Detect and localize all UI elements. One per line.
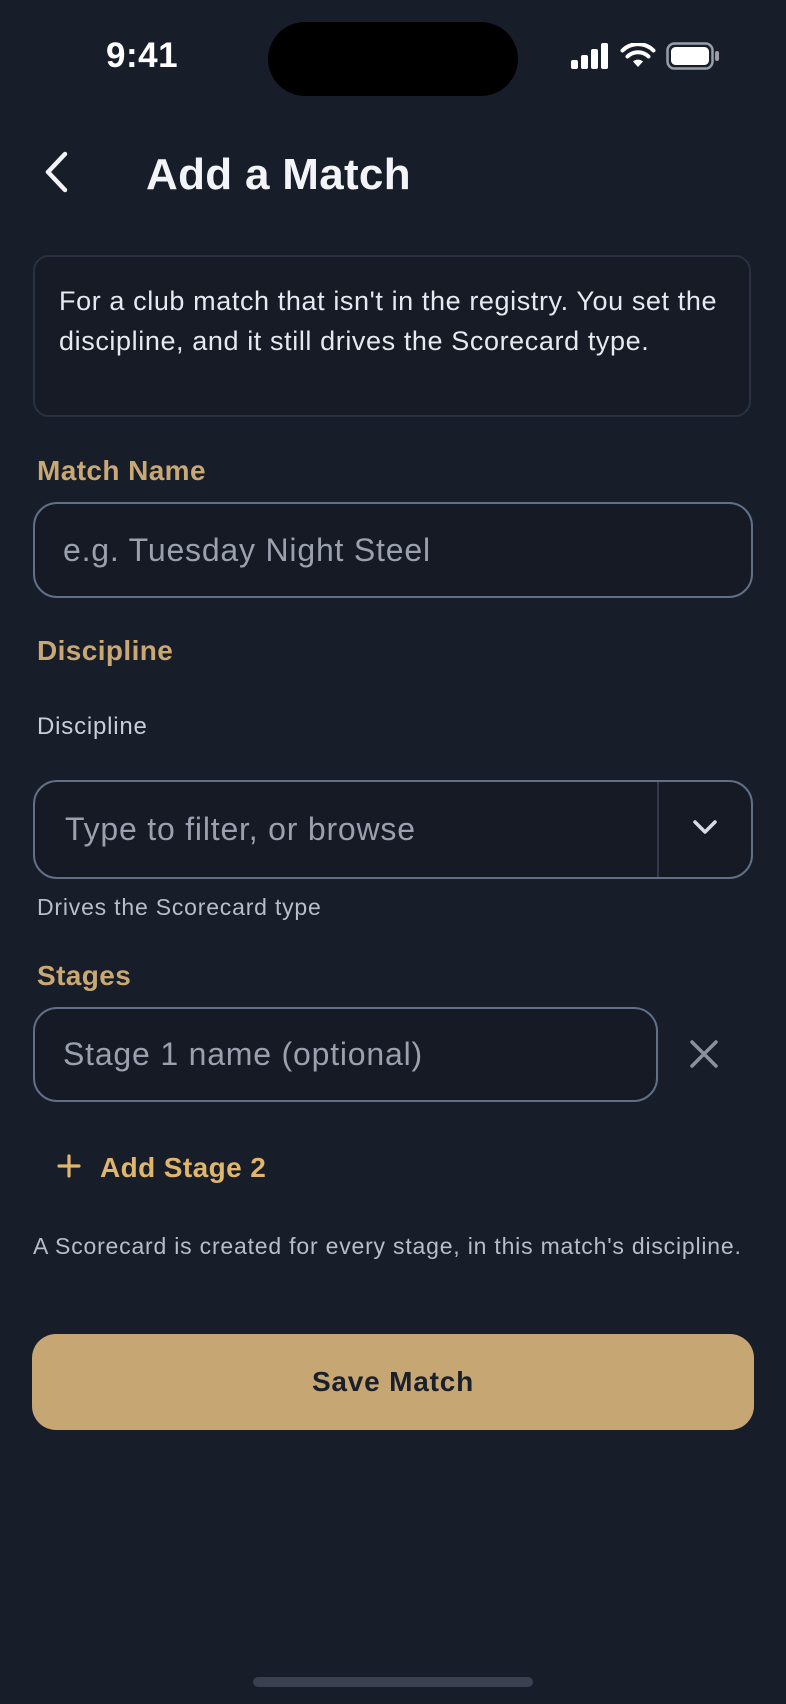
wifi-icon	[620, 43, 656, 69]
status-icons	[570, 42, 720, 70]
battery-icon	[666, 42, 720, 70]
stages-footnote: A Scorecard is created for every stage, …	[33, 1233, 742, 1259]
match-name-label: Match Name	[37, 455, 206, 486]
status-bar: 9:41	[0, 0, 786, 118]
plus-icon	[56, 1153, 82, 1184]
add-stage-button[interactable]: Add Stage 2	[56, 1146, 266, 1190]
chevron-left-icon	[41, 150, 71, 199]
discipline-helper-text: Drives the Scorecard type	[37, 894, 322, 920]
discipline-combobox	[33, 780, 753, 879]
back-button[interactable]	[30, 146, 82, 202]
discipline-field-label: Discipline	[37, 713, 148, 740]
save-match-button[interactable]: Save Match	[32, 1334, 754, 1430]
stages-label: Stages	[37, 960, 132, 991]
chevron-down-icon	[692, 819, 718, 840]
discipline-section-label: Discipline	[37, 635, 174, 666]
cellular-signal-icon	[570, 43, 610, 69]
status-time: 9:41	[106, 36, 179, 75]
page-title: Add a Match	[146, 150, 411, 199]
stage-1-name-input[interactable]	[33, 1007, 658, 1102]
info-text: For a club match that isn't in the regis…	[59, 286, 718, 356]
close-icon	[688, 1038, 720, 1075]
remove-stage-button[interactable]	[678, 1030, 730, 1082]
home-indicator	[253, 1677, 533, 1687]
discipline-input[interactable]	[35, 782, 657, 877]
add-stage-label: Add Stage 2	[100, 1152, 267, 1183]
info-card: For a club match that isn't in the regis…	[33, 255, 751, 417]
dynamic-island	[268, 22, 518, 96]
match-name-input[interactable]	[33, 502, 753, 598]
discipline-dropdown-toggle[interactable]	[659, 782, 751, 877]
